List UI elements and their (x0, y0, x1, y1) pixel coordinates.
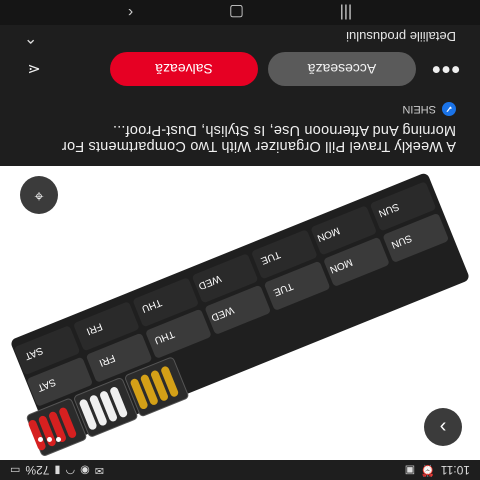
verified-check-icon: ✓ (442, 102, 456, 116)
more-icon[interactable]: ●●● (432, 57, 461, 81)
action-row: ●●● Accesează Salvează ⋖ (0, 49, 480, 89)
back-button[interactable]: ‹ (128, 4, 133, 22)
source-name: SHEIN (402, 103, 436, 115)
save-button[interactable]: Salvează (110, 52, 258, 86)
page-dot (47, 437, 52, 442)
status-bar: 10:11 ⏰ ▣ ✉ ◉ ◠ ▮ 72% ▭ (0, 460, 480, 480)
signal-icon: ▮ (54, 464, 61, 477)
battery-level: 72% (25, 463, 50, 477)
image-pager-dots (38, 437, 61, 442)
product-info: A Weekly Travel Pill Organizer With Two … (0, 102, 480, 166)
battery-icon: ▭ (10, 464, 21, 477)
source-row[interactable]: ✓ SHEIN (24, 102, 456, 116)
system-nav-bar: ||| ▢ ‹ (0, 0, 480, 25)
chevron-up-icon: ⌃ (24, 28, 38, 45)
home-button[interactable]: ▢ (229, 3, 244, 23)
alarm-icon: ⏰ (421, 464, 435, 477)
visual-search-button[interactable]: ⌖ (20, 176, 58, 214)
product-image[interactable]: SUN SUN MON MON TUE TUE WED WED THU THU FRI FRI SAT S… (0, 166, 480, 460)
notification-icon: ▣ (404, 464, 416, 477)
page-dot (38, 437, 43, 442)
screen: 10:11 ⏰ ▣ ✉ ◉ ◠ ▮ 72% ▭ SUN SUN MON MON TUE T… (0, 0, 480, 480)
next-image-button[interactable]: › (424, 408, 462, 446)
share-icon[interactable]: ⋖ (22, 57, 46, 81)
chevron-right-icon: › (439, 416, 447, 439)
details-label: Detaliile produsului (346, 29, 456, 45)
visit-button[interactable]: Accesează (268, 52, 416, 86)
clock: 10:11 (440, 463, 470, 477)
page-dot (56, 437, 61, 442)
visual-search-icon: ⌖ (34, 187, 44, 204)
recent-apps-button[interactable]: ||| (340, 4, 352, 22)
location-icon: ◉ (80, 464, 90, 477)
message-icon: ✉ (94, 464, 104, 477)
wifi-icon: ◠ (65, 464, 76, 477)
product-title: A Weekly Travel Pill Organizer With Two … (61, 122, 456, 154)
product-details-row[interactable]: Detaliile produsului ⌃ (0, 26, 480, 48)
pill-organizer-image: SUNSUNMONMONTUETUEWEDWEDTHUTHUFRIFRISATS… (11, 173, 469, 456)
